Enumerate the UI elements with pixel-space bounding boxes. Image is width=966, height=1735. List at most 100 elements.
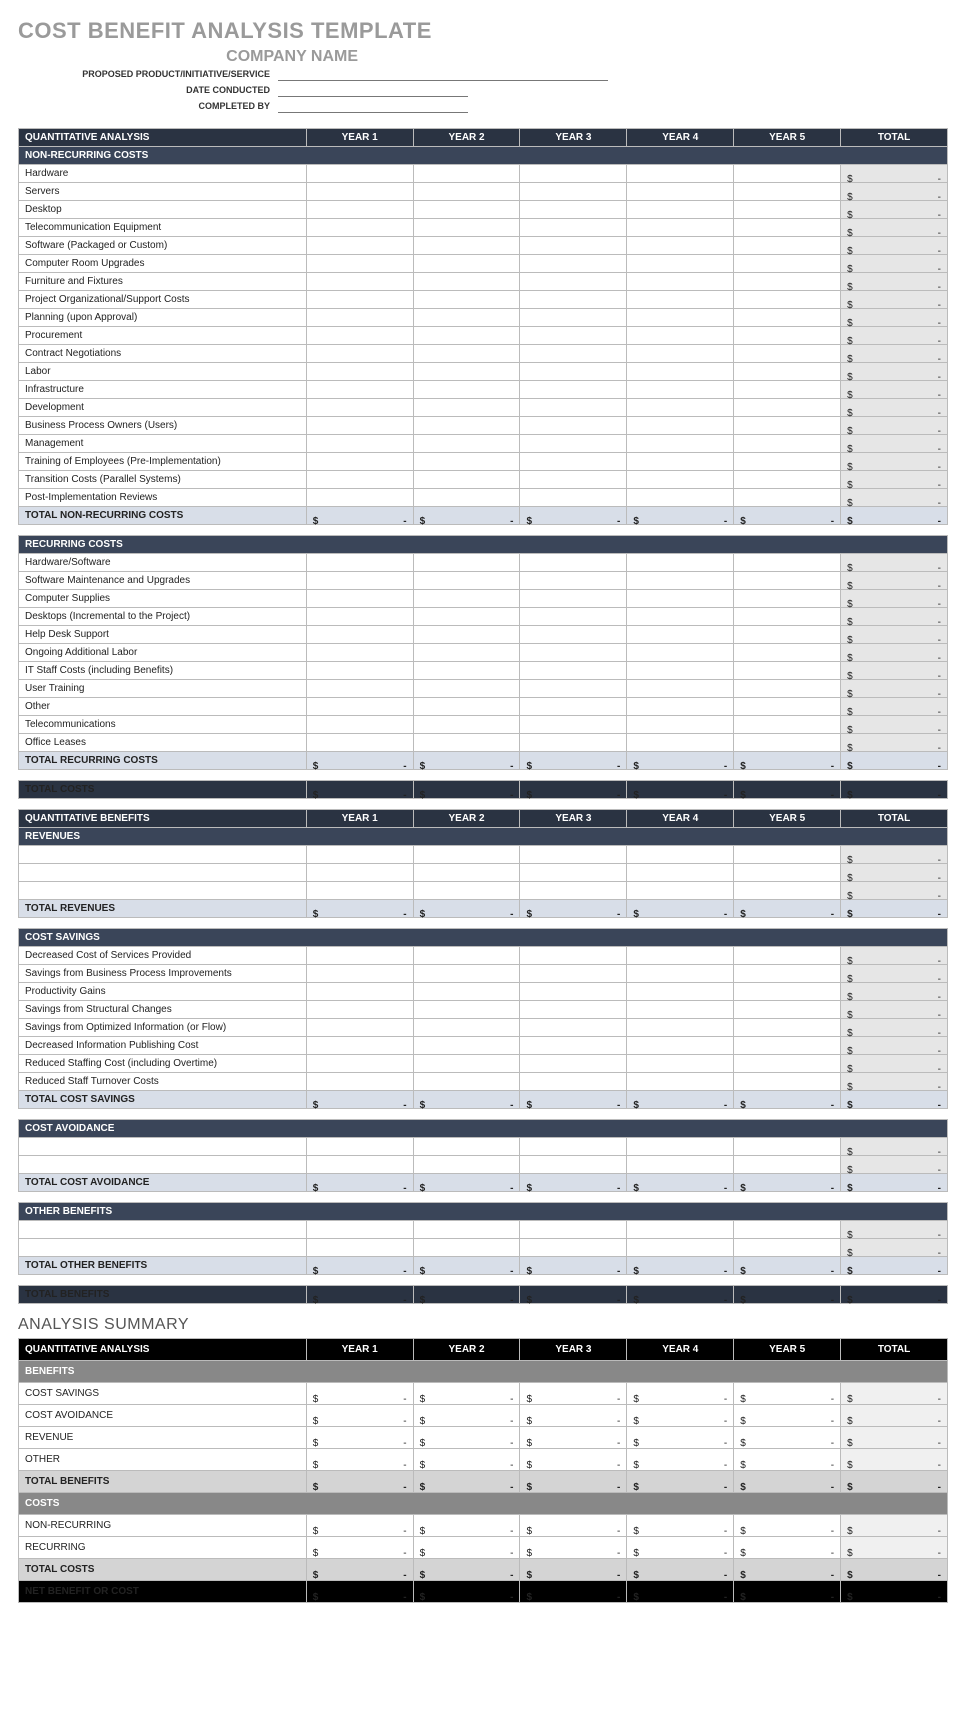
value-cell[interactable] [841, 864, 948, 882]
value-cell[interactable] [413, 716, 520, 734]
value-cell[interactable] [627, 219, 734, 237]
value-cell[interactable] [306, 1449, 413, 1471]
row-label[interactable]: User Training [19, 680, 307, 698]
value-cell[interactable] [627, 734, 734, 752]
value-cell[interactable] [627, 201, 734, 219]
value-cell[interactable] [413, 417, 520, 435]
value-cell[interactable] [306, 608, 413, 626]
value-cell[interactable] [841, 882, 948, 900]
value-cell[interactable] [520, 1427, 627, 1449]
row-label[interactable]: Computer Supplies [19, 590, 307, 608]
value-cell[interactable] [520, 554, 627, 572]
value-cell[interactable] [413, 846, 520, 864]
value-cell[interactable] [520, 183, 627, 201]
value-cell[interactable] [627, 345, 734, 363]
value-cell[interactable] [734, 489, 841, 507]
value-cell[interactable] [627, 417, 734, 435]
value-cell[interactable] [734, 327, 841, 345]
value-cell[interactable] [841, 644, 948, 662]
value-cell[interactable] [841, 273, 948, 291]
value-cell[interactable] [841, 983, 948, 1001]
value-cell[interactable] [520, 399, 627, 417]
row-label[interactable]: Desktops (Incremental to the Project) [19, 608, 307, 626]
value-cell[interactable] [841, 1405, 948, 1427]
value-cell[interactable] [734, 255, 841, 273]
meta-date-input[interactable] [278, 83, 468, 97]
value-cell[interactable] [627, 572, 734, 590]
value-cell[interactable] [627, 183, 734, 201]
value-cell[interactable] [520, 1221, 627, 1239]
value-cell[interactable] [520, 882, 627, 900]
value-cell[interactable] [306, 572, 413, 590]
value-cell[interactable] [413, 399, 520, 417]
value-cell[interactable] [306, 626, 413, 644]
value-cell[interactable] [413, 882, 520, 900]
row-label[interactable]: Servers [19, 183, 307, 201]
value-cell[interactable] [413, 698, 520, 716]
value-cell[interactable] [734, 1156, 841, 1174]
value-cell[interactable] [413, 983, 520, 1001]
value-cell[interactable] [306, 1019, 413, 1037]
value-cell[interactable] [627, 864, 734, 882]
value-cell[interactable] [413, 864, 520, 882]
value-cell[interactable] [306, 1138, 413, 1156]
row-label[interactable]: COST AVOIDANCE [19, 1405, 307, 1427]
value-cell[interactable] [841, 965, 948, 983]
value-cell[interactable] [734, 965, 841, 983]
value-cell[interactable] [627, 846, 734, 864]
value-cell[interactable] [841, 1383, 948, 1405]
row-label[interactable]: OTHER [19, 1449, 307, 1471]
value-cell[interactable] [520, 1001, 627, 1019]
value-cell[interactable] [734, 947, 841, 965]
row-label[interactable]: Decreased Cost of Services Provided [19, 947, 307, 965]
value-cell[interactable] [841, 1037, 948, 1055]
value-cell[interactable] [734, 1019, 841, 1037]
value-cell[interactable] [841, 608, 948, 626]
row-label[interactable] [19, 864, 307, 882]
value-cell[interactable] [841, 1156, 948, 1174]
row-label[interactable]: REVENUE [19, 1427, 307, 1449]
value-cell[interactable] [841, 219, 948, 237]
row-label[interactable]: Infrastructure [19, 381, 307, 399]
value-cell[interactable] [734, 698, 841, 716]
value-cell[interactable] [627, 698, 734, 716]
value-cell[interactable] [520, 435, 627, 453]
value-cell[interactable] [627, 363, 734, 381]
value-cell[interactable] [734, 1239, 841, 1257]
value-cell[interactable] [841, 1427, 948, 1449]
value-cell[interactable] [520, 471, 627, 489]
value-cell[interactable] [306, 1156, 413, 1174]
value-cell[interactable] [627, 965, 734, 983]
value-cell[interactable] [627, 1427, 734, 1449]
value-cell[interactable] [306, 1073, 413, 1091]
value-cell[interactable] [841, 309, 948, 327]
value-cell[interactable] [306, 1383, 413, 1405]
value-cell[interactable] [841, 1449, 948, 1471]
value-cell[interactable] [841, 680, 948, 698]
value-cell[interactable] [627, 662, 734, 680]
value-cell[interactable] [734, 1383, 841, 1405]
row-label[interactable]: NON-RECURRING [19, 1515, 307, 1537]
value-cell[interactable] [520, 864, 627, 882]
value-cell[interactable] [841, 237, 948, 255]
row-label[interactable] [19, 846, 307, 864]
value-cell[interactable] [841, 716, 948, 734]
value-cell[interactable] [841, 363, 948, 381]
value-cell[interactable] [520, 947, 627, 965]
value-cell[interactable] [306, 183, 413, 201]
value-cell[interactable] [627, 644, 734, 662]
value-cell[interactable] [734, 1427, 841, 1449]
row-label[interactable]: Software (Packaged or Custom) [19, 237, 307, 255]
value-cell[interactable] [734, 183, 841, 201]
value-cell[interactable] [520, 734, 627, 752]
value-cell[interactable] [413, 237, 520, 255]
value-cell[interactable] [306, 435, 413, 453]
row-label[interactable]: Hardware/Software [19, 554, 307, 572]
value-cell[interactable] [520, 983, 627, 1001]
value-cell[interactable] [306, 716, 413, 734]
value-cell[interactable] [306, 1515, 413, 1537]
value-cell[interactable] [520, 608, 627, 626]
value-cell[interactable] [520, 489, 627, 507]
value-cell[interactable] [413, 626, 520, 644]
value-cell[interactable] [734, 846, 841, 864]
